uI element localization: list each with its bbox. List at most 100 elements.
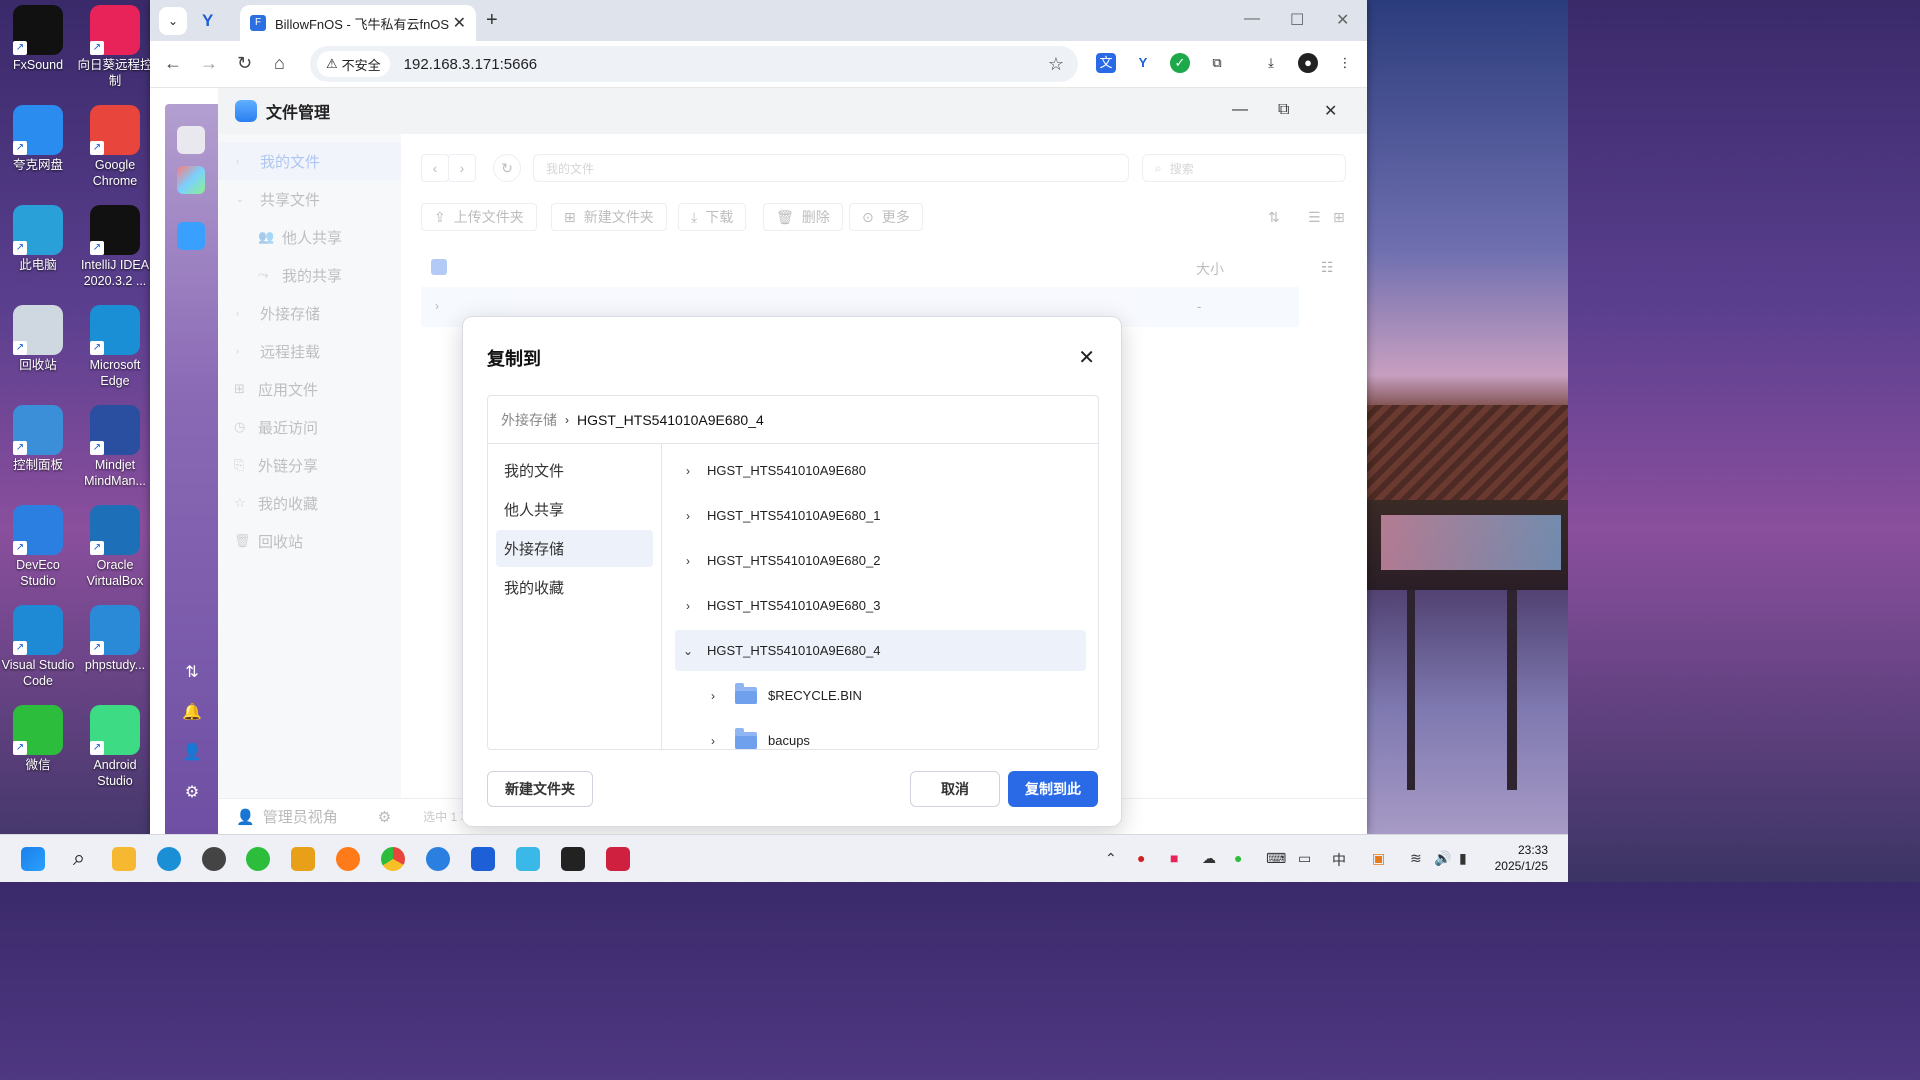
app-minimize-icon[interactable]: — — [1232, 101, 1248, 119]
desktop-shortcut[interactable]: ↗ IntelliJ IDEA 2020.3.2 ... — [77, 205, 153, 289]
back-icon[interactable]: ← — [164, 53, 182, 74]
tray-overflow-icon[interactable]: ⌃ — [1105, 850, 1117, 867]
grid-view-icon[interactable]: ⊞ — [1321, 203, 1357, 231]
virtualbox-icon[interactable] — [516, 847, 540, 871]
pinned-tab-icon[interactable]: Y — [202, 11, 213, 31]
tree-child-row[interactable]: › $RECYCLE.BIN — [675, 675, 1086, 716]
location-item[interactable]: 他人共享 — [496, 491, 653, 528]
chevron-right-icon[interactable]: › — [675, 599, 701, 613]
desktop-shortcut[interactable]: ↗ 回收站 — [0, 305, 76, 373]
clock[interactable]: 23:33 2025/1/25 — [1495, 842, 1548, 874]
chevron-right-icon[interactable]: › — [700, 689, 726, 703]
dock-apps-icon[interactable] — [177, 166, 205, 194]
tree-row[interactable]: › HGST_HTS541010A9E680_1 — [675, 495, 1086, 536]
start-windows-icon[interactable] — [21, 847, 45, 871]
admin-view-label[interactable]: 管理员视角 — [263, 806, 338, 827]
desktop-shortcut[interactable]: ↗ Oracle VirtualBox — [77, 505, 153, 589]
nav-item[interactable]: 🗑 回收站 — [218, 522, 401, 560]
home-icon[interactable]: ⌂ — [274, 53, 285, 74]
edge-icon[interactable] — [157, 847, 181, 871]
url-text[interactable]: 192.168.3.171:5666 — [404, 56, 537, 73]
shield-extension-icon[interactable]: ✓ — [1170, 53, 1190, 73]
nav-item[interactable]: › 远程挂载 — [218, 332, 401, 370]
menu-kebab-icon[interactable]: ⋮ — [1335, 53, 1355, 73]
search-input[interactable]: ⌕ 搜索 — [1142, 154, 1346, 182]
wechat-icon[interactable] — [246, 847, 270, 871]
terminal-icon[interactable] — [561, 847, 585, 871]
desktop-shortcut[interactable]: ↗ 向日葵远程控制 — [77, 5, 153, 89]
profile-avatar[interactable]: ● — [1298, 53, 1318, 73]
minimize-icon[interactable]: — — [1244, 10, 1260, 28]
desktop-shortcut[interactable]: ↗ Mindjet MindMan... — [77, 405, 153, 489]
volume-icon[interactable]: 🔊 — [1434, 850, 1451, 867]
tray-cloud-icon[interactable]: ☁ — [1202, 850, 1216, 867]
desktop-shortcut[interactable]: ↗ phpstudy... — [77, 605, 153, 673]
tab-search-button[interactable]: ⌄ — [159, 7, 187, 35]
vpn-app-icon[interactable] — [471, 847, 495, 871]
security-chip[interactable]: ⚠ 不安全 — [317, 51, 390, 77]
dock-desktop-icon[interactable] — [177, 126, 205, 154]
nav-item[interactable]: ⎘ 外链分享 — [218, 446, 401, 484]
bookmark-star-icon[interactable]: ☆ — [1048, 54, 1064, 75]
path-input[interactable]: 我的文件 — [533, 154, 1129, 182]
downloads-icon[interactable]: ⤓ — [1261, 53, 1281, 73]
search-icon[interactable]: ⌕ — [67, 847, 91, 871]
app-icon[interactable] — [202, 847, 226, 871]
nav-item[interactable]: ⤳ 我的共享 — [218, 256, 401, 294]
file-explorer-icon[interactable] — [112, 847, 136, 871]
app2-icon[interactable] — [606, 847, 630, 871]
app-restore-icon[interactable]: ⧉ — [1278, 101, 1289, 119]
copy-here-button[interactable]: 复制到此 — [1008, 771, 1098, 807]
tray-sunlogin-icon[interactable]: ■ — [1170, 850, 1178, 866]
desktop-shortcut[interactable]: ↗ 夸克网盘 — [0, 105, 76, 173]
tray-app-icon[interactable]: ● — [1137, 850, 1145, 866]
desktop-shortcut[interactable]: ↗ 此电脑 — [0, 205, 76, 273]
dock-transfer-icon[interactable]: ⇅ — [182, 662, 202, 682]
download-button[interactable]: ⤓ 下载 — [678, 203, 747, 231]
dock-user-icon[interactable]: 👤 — [182, 742, 202, 762]
maximize-icon[interactable]: ☐ — [1290, 10, 1304, 30]
back-nav-button[interactable]: ‹ — [421, 154, 449, 182]
wifi-icon[interactable]: ≋ — [1410, 850, 1422, 867]
forward-nav-button[interactable]: › — [448, 154, 476, 182]
chevron-right-icon[interactable]: › — [675, 509, 701, 523]
tree-row[interactable]: › HGST_HTS541010A9E680 — [675, 450, 1086, 491]
tree-row[interactable]: ⌄ HGST_HTS541010A9E680_4 — [675, 630, 1086, 671]
status-settings-icon[interactable]: ⚙ — [378, 808, 391, 826]
address-bar[interactable]: ⚠ 不安全 192.168.3.171:5666 ☆ — [310, 46, 1078, 82]
chrome-icon[interactable] — [381, 847, 405, 871]
tree-child-row[interactable]: › bacups — [675, 720, 1086, 749]
battery-icon[interactable]: ▮ — [1459, 850, 1467, 867]
desktop-shortcut[interactable]: ↗ Google Chrome — [77, 105, 153, 189]
refresh-button[interactable]: ↻ — [493, 154, 521, 182]
column-settings-icon[interactable]: ☷ — [1321, 259, 1334, 276]
desktop-shortcut[interactable]: ↗ Visual Studio Code — [0, 605, 76, 689]
close-window-icon[interactable]: ✕ — [1336, 10, 1349, 30]
forward-icon[interactable]: → — [200, 53, 218, 74]
chevron-down-icon[interactable]: ⌄ — [675, 644, 701, 658]
sublime-icon[interactable] — [291, 847, 315, 871]
extensions-puzzle-icon[interactable]: ⧉ — [1207, 53, 1227, 73]
dock-file-manager-icon[interactable] — [177, 222, 205, 250]
select-all-checkbox[interactable] — [431, 259, 447, 275]
nav-item[interactable]: ⌄ 共享文件 — [218, 180, 401, 218]
close-tab-icon[interactable]: ✕ — [453, 13, 466, 33]
close-icon[interactable]: ✕ — [1078, 345, 1095, 370]
nav-item[interactable]: › 我的文件 — [218, 142, 401, 180]
chevron-right-icon[interactable]: › — [675, 464, 701, 478]
chevron-right-icon[interactable]: › — [700, 734, 726, 748]
firefox-icon[interactable] — [336, 847, 360, 871]
tray-keyboard-icon[interactable]: ⌨ — [1266, 850, 1286, 867]
location-item[interactable]: 我的收藏 — [496, 569, 653, 606]
tree-row[interactable]: › HGST_HTS541010A9E680_2 — [675, 540, 1086, 581]
nav-item[interactable]: ⊞ 应用文件 — [218, 370, 401, 408]
desktop-shortcut[interactable]: ↗ FxSound — [0, 5, 76, 73]
nav-item[interactable]: 👥 他人共享 — [218, 218, 401, 256]
tray-wechat-icon[interactable]: ● — [1234, 850, 1242, 866]
more-button[interactable]: ⊙ 更多 — [849, 203, 923, 231]
cloud-app-icon[interactable] — [426, 847, 450, 871]
desktop-shortcut[interactable]: ↗ Microsoft Edge — [77, 305, 153, 389]
nav-item[interactable]: › 外接存储 — [218, 294, 401, 332]
chevron-right-icon[interactable]: › — [675, 554, 701, 568]
extension-icon[interactable]: Y — [1133, 53, 1153, 73]
